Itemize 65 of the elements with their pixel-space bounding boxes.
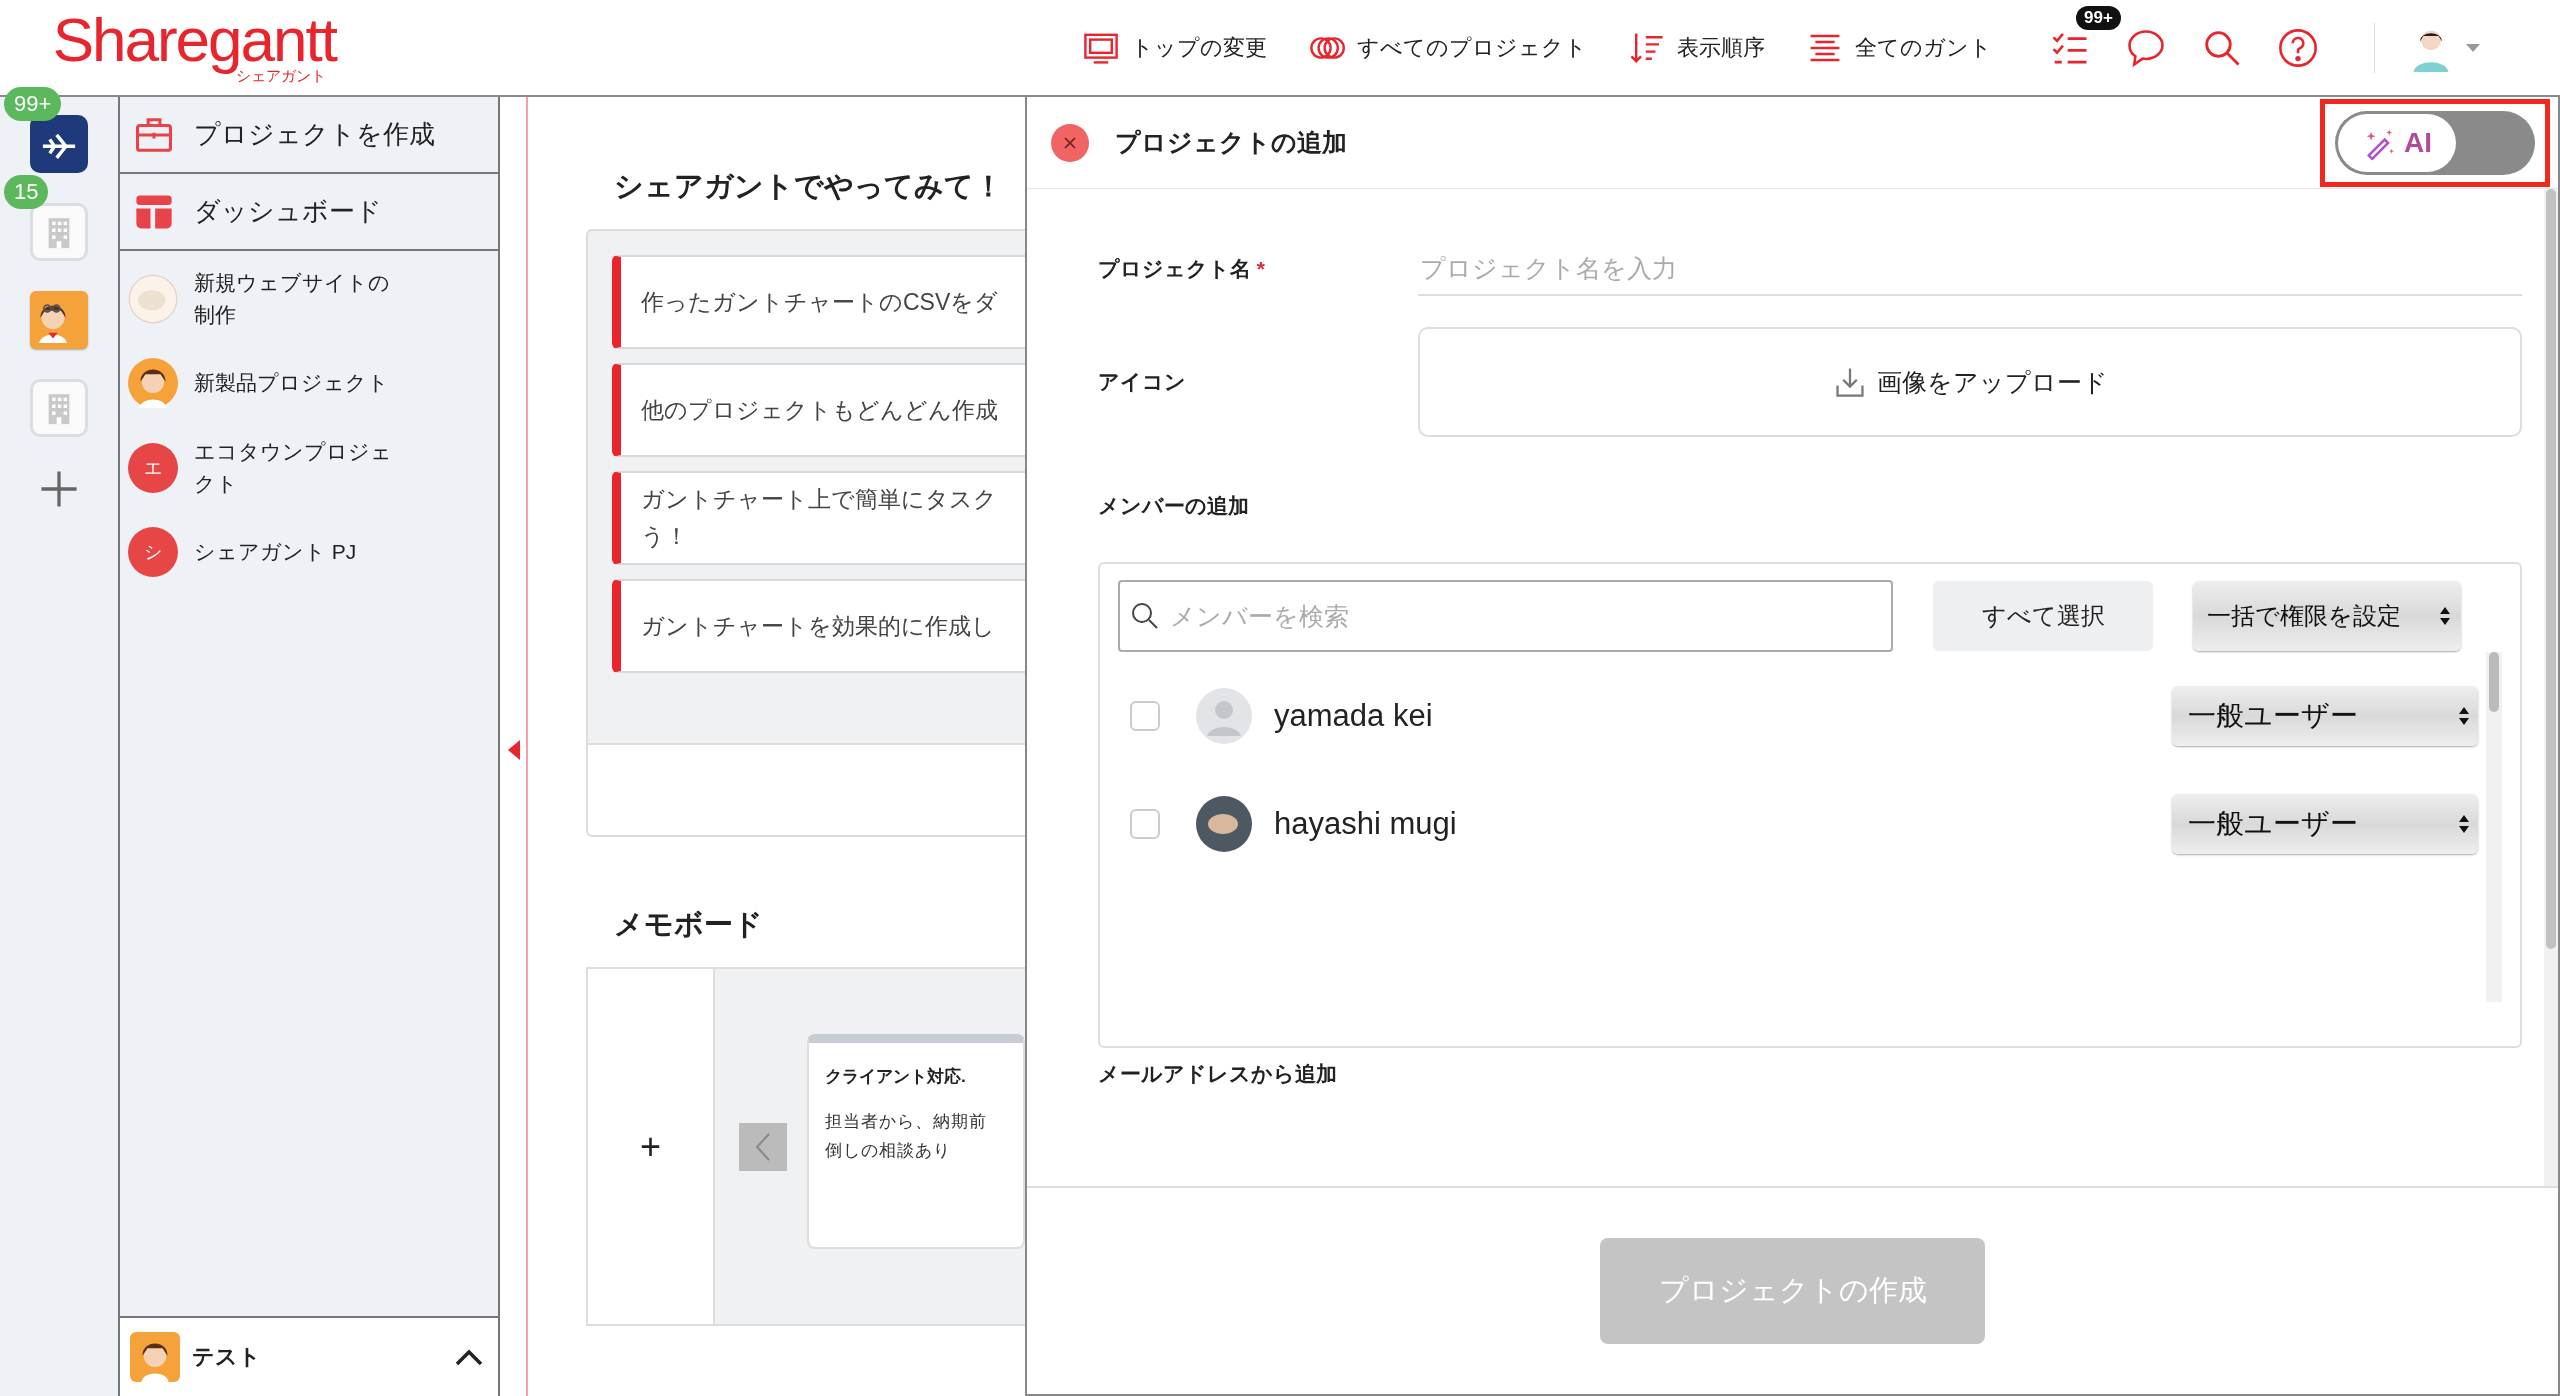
- section-title: メモボード: [614, 907, 764, 942]
- help-icon[interactable]: [2278, 27, 2318, 68]
- photo-placeholder: [128, 273, 178, 324]
- sidebar-action[interactable]: ダッシュボード: [120, 174, 498, 251]
- up-down-arrows-icon: [2458, 813, 2470, 835]
- section-label: メールアドレスから追加: [1098, 1061, 1338, 1087]
- character-avatar-icon: [130, 1332, 180, 1382]
- collapse-handle-icon[interactable]: [508, 740, 520, 760]
- project-item[interactable]: シ シェアガント PJ: [128, 523, 498, 581]
- sidebar-action[interactable]: プロジェクトを作成: [120, 97, 498, 174]
- memo-text: 担当者から、納期前倒しの相談あり: [825, 1111, 988, 1162]
- chat-icon[interactable]: [2126, 27, 2166, 68]
- up-down-arrows-icon: [2439, 605, 2451, 627]
- notification-badge: 99+: [2076, 5, 2121, 30]
- scrollbar[interactable]: [2544, 189, 2558, 1186]
- project-item[interactable]: 新規ウェブサイトの制作: [128, 267, 498, 330]
- count-badge: 99+: [4, 87, 62, 121]
- character-avatar-icon: [128, 358, 178, 408]
- tip-card[interactable]: 他のプロジェクトもどんどん作成: [612, 363, 1025, 457]
- up-down-arrows-icon: [2458, 705, 2470, 727]
- project-item[interactable]: エ エコタウンプロジェクト: [128, 436, 498, 499]
- memo-title: クライアント対応.: [825, 1066, 967, 1088]
- nav-link[interactable]: 全てのガント: [1805, 29, 1992, 66]
- section-label: メンバーの追加: [1098, 493, 1250, 519]
- member-search-field[interactable]: メンバーを検索: [1118, 580, 1893, 652]
- scrollbar-thumb[interactable]: [2546, 189, 2556, 949]
- search-icon: [1130, 601, 1160, 631]
- project-item[interactable]: 新製品プロジェクト: [128, 354, 498, 412]
- upload-button[interactable]: 画像をアップロード: [1418, 327, 2522, 437]
- role-select[interactable]: 一般ユーザー: [2172, 686, 2478, 746]
- nav-link[interactable]: 表示順序: [1627, 29, 1765, 66]
- section-title: シェアガントでやってみて！: [614, 169, 1004, 204]
- count-badge: 15: [4, 175, 49, 209]
- role-select[interactable]: 一般ユーザー: [2172, 794, 2478, 854]
- scrollbar[interactable]: [2486, 652, 2502, 1002]
- scrollbar-thumb[interactable]: [2489, 652, 2499, 712]
- ai-toggle[interactable]: AI: [2335, 110, 2535, 175]
- select-all-button[interactable]: すべて選択: [1933, 581, 2153, 651]
- field-label: プロジェクト名 *: [1098, 256, 1267, 282]
- member-checkbox[interactable]: [1130, 701, 1160, 731]
- previous-button[interactable]: [739, 1122, 787, 1171]
- chevron-left-icon: [753, 1131, 773, 1162]
- project-avatar: エ: [128, 442, 178, 493]
- add-memo-button[interactable]: +: [588, 969, 715, 1324]
- bulk-role-select[interactable]: 一括で権限を設定: [2193, 581, 2461, 651]
- nav-link[interactable]: すべてのプロジェクト: [1307, 29, 1587, 66]
- chevron-up-icon[interactable]: [454, 1347, 484, 1367]
- member-name: yamada kei: [1274, 698, 1434, 734]
- project-avatar: シ: [128, 527, 178, 577]
- caret-icon[interactable]: [2465, 42, 2481, 53]
- workspace-tile[interactable]: [30, 291, 88, 349]
- workspace-tile[interactable]: [30, 115, 88, 173]
- tip-card[interactable]: 作ったガントチャートのCSVをダ: [612, 255, 1025, 349]
- default-avatar-icon: [1196, 688, 1252, 744]
- memo-card[interactable]: クライアント対応. 担当者から、納期前倒しの相談あり: [807, 1034, 1025, 1249]
- tip-card[interactable]: ガントチャート上で簡単にタスク う！: [612, 471, 1025, 565]
- member-checkbox[interactable]: [1130, 809, 1160, 839]
- field-label: アイコン: [1098, 369, 1187, 395]
- photo-placeholder: [1196, 796, 1252, 852]
- member-name: hayashi mugi: [1274, 806, 1458, 842]
- nav-link[interactable]: トップの変更: [1081, 29, 1267, 66]
- team-name: テスト: [192, 1343, 262, 1371]
- tip-card[interactable]: ガントチャートを効果的に作成し: [612, 579, 1025, 673]
- close-button[interactable]: [1051, 123, 1089, 162]
- dialog-title: プロジェクトの追加: [1115, 127, 1348, 158]
